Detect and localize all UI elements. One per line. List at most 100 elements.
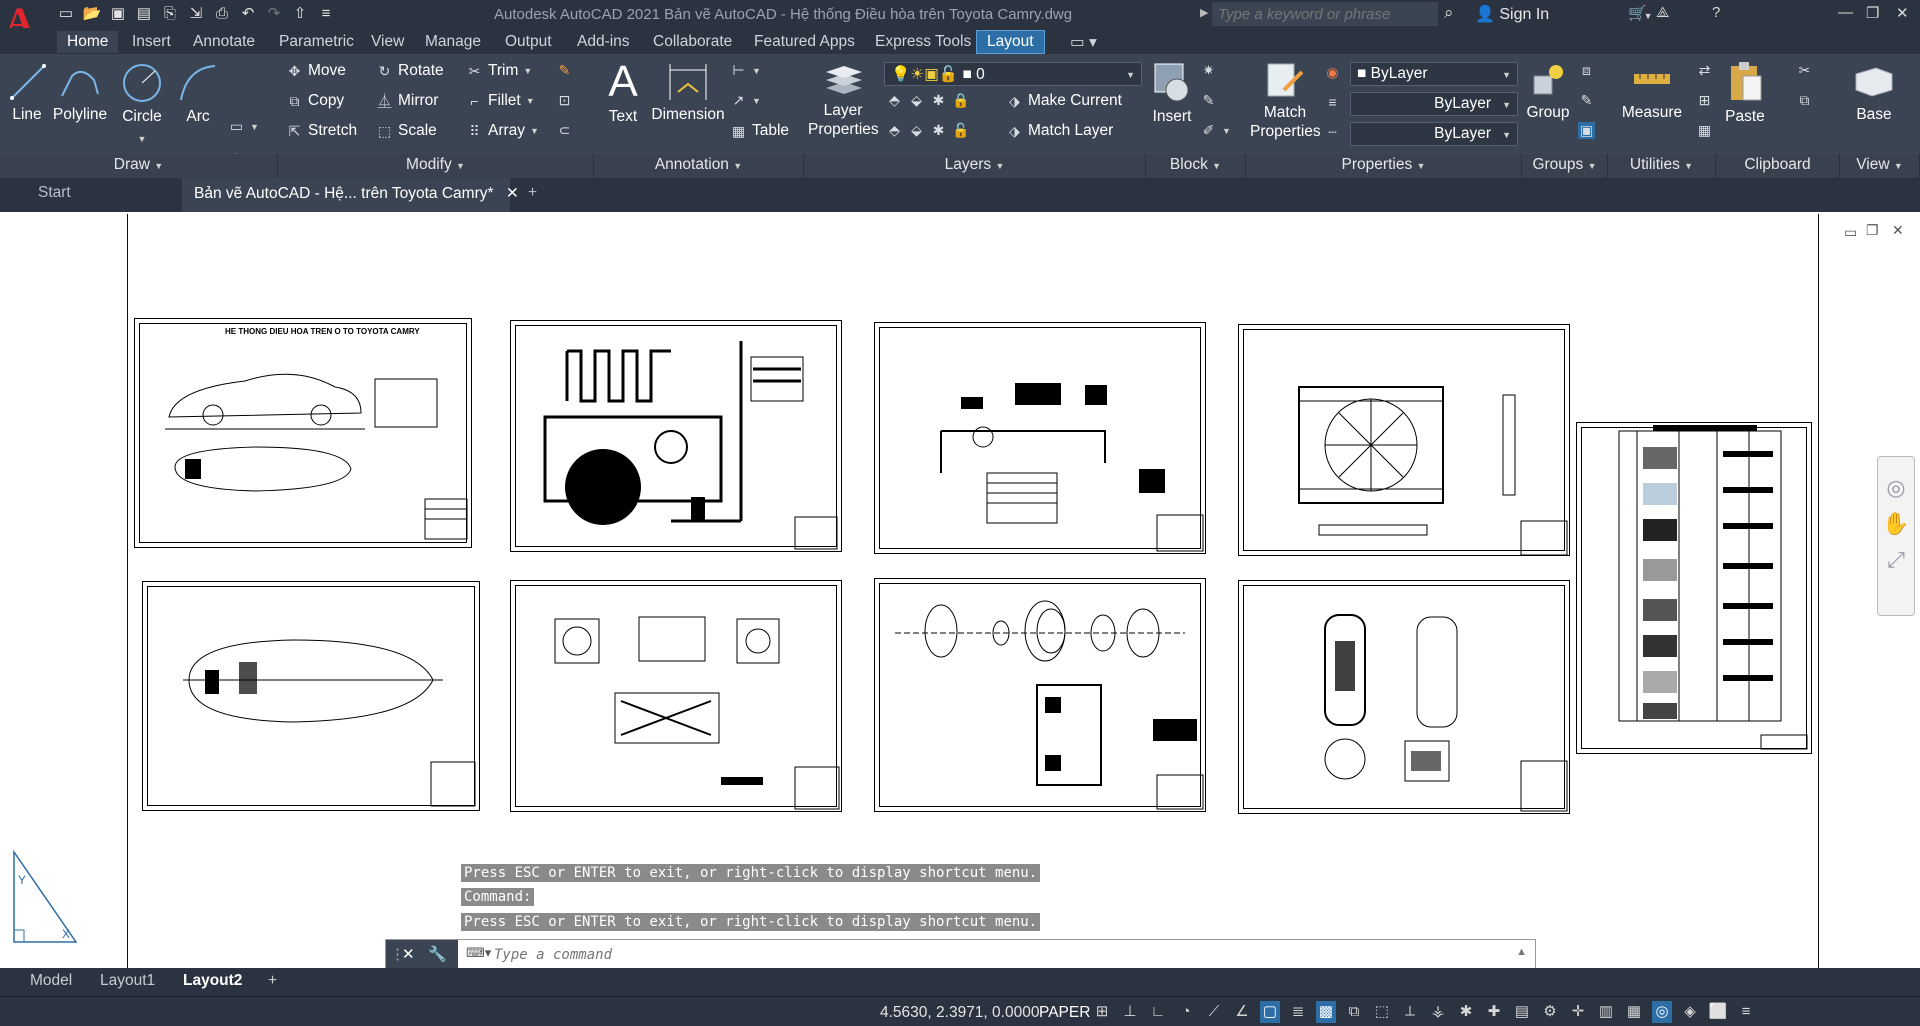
sign-in-button[interactable]: 👤 Sign In ▼ bbox=[1475, 4, 1653, 24]
scale-button[interactable]: ⬚ Scale bbox=[376, 122, 437, 140]
properties-panel-title[interactable]: Properties ▼ bbox=[1246, 154, 1522, 178]
viewport-close-icon[interactable]: ✕ bbox=[1892, 222, 1904, 239]
command-prompt-icon[interactable]: ⌨▾ bbox=[466, 945, 491, 961]
viewport-sheet-8[interactable] bbox=[1238, 580, 1570, 814]
move-button[interactable]: ✥ Move bbox=[286, 62, 346, 80]
object-snap-tracking-icon[interactable]: ∠ bbox=[1232, 1001, 1252, 1023]
group-edit-button[interactable]: ✎ bbox=[1578, 92, 1595, 109]
copy-button[interactable]: ⧉ Copy bbox=[286, 92, 345, 110]
tab-layout[interactable]: Layout bbox=[976, 30, 1045, 54]
customize-command-icon[interactable]: 🔧 bbox=[428, 945, 447, 963]
add-layout-icon[interactable]: + bbox=[268, 972, 277, 990]
viewport-restore-icon[interactable]: ❐ bbox=[1866, 222, 1879, 239]
line-button[interactable]: Line bbox=[8, 62, 46, 124]
edit-block-button[interactable]: ✎ bbox=[1200, 92, 1217, 109]
layer-properties-button[interactable]: Layer Properties bbox=[808, 62, 879, 139]
close-icon[interactable]: ✕ bbox=[1896, 4, 1909, 22]
explode-button[interactable]: ⊡ bbox=[556, 92, 573, 109]
circle-button[interactable]: Circle ▼ bbox=[118, 62, 166, 149]
open-web-icon[interactable]: ⎘ bbox=[160, 2, 180, 24]
help-icon[interactable]: ? bbox=[1712, 4, 1720, 21]
annotation-panel-title[interactable]: Annotation ▼ bbox=[594, 154, 804, 178]
snap-icon[interactable]: ⊥ bbox=[1120, 1001, 1140, 1023]
pan-icon[interactable]: ✋ bbox=[1878, 511, 1914, 537]
redo-icon[interactable]: ↷ bbox=[264, 2, 284, 24]
help-search-input[interactable] bbox=[1212, 2, 1438, 26]
new-icon[interactable]: ▭ bbox=[56, 2, 76, 24]
groups-panel-title[interactable]: Groups ▼ bbox=[1522, 154, 1608, 178]
cart-icon[interactable]: 🛒 bbox=[1628, 4, 1647, 22]
utilities-panel-title[interactable]: Utilities ▼ bbox=[1608, 154, 1716, 178]
cursor-coordinates[interactable]: 4.5630, 2.3971, 0.0000 bbox=[880, 1004, 1039, 1022]
drawing-tab[interactable]: Bản vẽ AutoCAD - Hệ... trên Toyota Camry… bbox=[182, 178, 519, 212]
viewport-sheet-4[interactable] bbox=[1238, 324, 1570, 556]
open-icon[interactable]: 📂 bbox=[82, 2, 102, 24]
erase-button[interactable]: ✎ bbox=[556, 62, 573, 79]
selection-filter-icon[interactable]: ⚶ bbox=[1428, 1001, 1448, 1023]
gizmo-icon[interactable]: ✱ bbox=[1456, 1001, 1476, 1023]
linetype-dropdown[interactable]: ByLayer ▼ bbox=[1350, 122, 1518, 146]
minimize-icon[interactable]: — bbox=[1838, 4, 1853, 21]
tab-home[interactable]: Home bbox=[57, 31, 119, 53]
block-panel-title[interactable]: Block ▼ bbox=[1146, 154, 1246, 178]
stretch-button[interactable]: ⇱ Stretch bbox=[286, 122, 357, 140]
id-point-button[interactable]: ⇄ bbox=[1696, 62, 1713, 79]
zoom-extents-icon[interactable]: ⤢ bbox=[1878, 547, 1914, 573]
fillet-button[interactable]: ⌐ Fillet ▼ bbox=[466, 92, 534, 110]
annotation-visibility-icon[interactable]: ✚ bbox=[1484, 1001, 1504, 1023]
leader-button[interactable]: ↗ ▼ bbox=[730, 92, 761, 109]
navigation-bar[interactable]: ◎ ✋ ⤢ bbox=[1877, 456, 1915, 616]
viewport-sheet-1[interactable]: HE THONG DIEU HOA TREN O TO TOYOTA CAMRY bbox=[134, 318, 472, 548]
tab-model[interactable]: Model bbox=[30, 972, 72, 990]
object-snap-icon[interactable]: ▢ bbox=[1260, 1001, 1280, 1023]
polar-icon[interactable]: ◔ bbox=[1176, 1001, 1196, 1023]
tab-insert[interactable]: Insert bbox=[122, 31, 181, 53]
viewport-sheet-2[interactable] bbox=[510, 320, 842, 552]
steering-wheel-icon[interactable]: ◎ bbox=[1878, 475, 1914, 501]
viewport-sheet-5[interactable] bbox=[142, 581, 480, 811]
ortho-icon[interactable]: ∟ bbox=[1148, 1001, 1168, 1023]
start-tab[interactable]: Start bbox=[38, 184, 71, 202]
polyline-button[interactable]: Polyline bbox=[52, 62, 108, 124]
command-history-toggle-icon[interactable]: ▲ bbox=[1516, 946, 1527, 958]
paper-model-toggle[interactable]: PAPER bbox=[1039, 1004, 1090, 1022]
offset-button[interactable]: ⊂ bbox=[556, 122, 573, 139]
ribbon-minimize-icon[interactable]: ▭ ▾ bbox=[1060, 31, 1107, 53]
save-as-icon[interactable]: ▤ bbox=[134, 2, 154, 24]
annotation-monitor-icon[interactable]: ✛ bbox=[1568, 1001, 1588, 1023]
undo-icon[interactable]: ↶ bbox=[238, 2, 258, 24]
search-icon[interactable]: ⌕ bbox=[1444, 3, 1454, 23]
lineweight-toggle-icon[interactable]: ≣ bbox=[1288, 1001, 1308, 1023]
group-button[interactable]: Group bbox=[1526, 60, 1570, 122]
dimension-button[interactable]: Dimension bbox=[650, 62, 726, 124]
tab-parametric[interactable]: Parametric bbox=[269, 31, 364, 53]
rotate-button[interactable]: ↻ Rotate bbox=[376, 62, 444, 80]
clipboard-panel-title[interactable]: Clipboard bbox=[1716, 154, 1840, 178]
array-button[interactable]: ⠿ Array ▼ bbox=[466, 122, 539, 140]
measure-button[interactable]: Measure bbox=[1614, 60, 1690, 122]
table-button[interactable]: ▦ Table bbox=[730, 122, 789, 140]
clean-screen-icon[interactable]: ⬜ bbox=[1708, 1001, 1728, 1023]
hardware-acceleration-icon[interactable]: ◈ bbox=[1680, 1001, 1700, 1023]
share-icon[interactable]: ⇧ bbox=[290, 2, 310, 24]
transparency-icon[interactable]: ▩ bbox=[1316, 1001, 1336, 1023]
text-button[interactable]: A Text bbox=[600, 60, 646, 126]
linear-dim-button[interactable]: ⊢ ▼ bbox=[730, 62, 761, 79]
match-properties-button[interactable]: Match Properties bbox=[1250, 60, 1321, 141]
quick-properties-icon[interactable]: ▦ bbox=[1624, 1001, 1644, 1023]
save-web-icon[interactable]: ⇲ bbox=[186, 2, 206, 24]
tab-add-ins[interactable]: Add-ins bbox=[567, 31, 640, 53]
tab-output[interactable]: Output bbox=[495, 31, 562, 53]
color-dropdown[interactable]: ■ ByLayer ▼ bbox=[1350, 62, 1518, 86]
command-input[interactable] bbox=[494, 944, 1514, 966]
lineweight-dropdown[interactable]: ByLayer ▼ bbox=[1350, 92, 1518, 116]
isodraft-icon[interactable]: ⟋ bbox=[1204, 1001, 1224, 1023]
save-icon[interactable]: ▣ bbox=[108, 2, 128, 24]
modify-panel-title[interactable]: Modify ▼ bbox=[278, 154, 594, 178]
layer-tools-row1[interactable]: ⬘ ⬙ ✱ 🔒 bbox=[886, 92, 969, 109]
rectangle-button[interactable]: ▭ ▼ bbox=[228, 118, 259, 135]
layer-tools-row2[interactable]: ⬘ ⬙ ✱ 🔓 bbox=[886, 122, 969, 139]
autodesk-app-icon[interactable]: ⟁ bbox=[1656, 4, 1669, 21]
tab-view[interactable]: View bbox=[361, 31, 414, 53]
group-select-button[interactable]: ▣ bbox=[1578, 122, 1595, 139]
